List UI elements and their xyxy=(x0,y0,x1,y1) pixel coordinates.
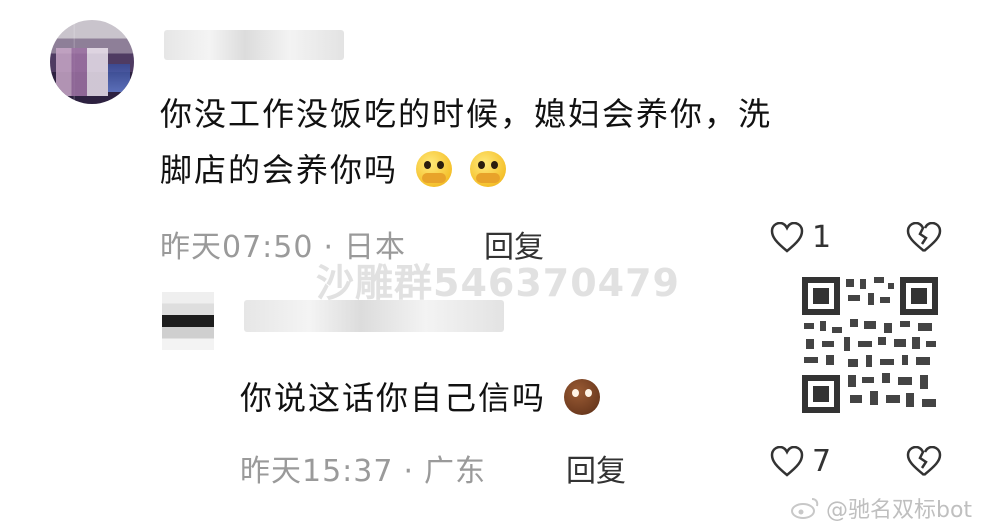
reply-location: 广东 xyxy=(424,454,487,489)
comment-line-2: 脚店的会养你吗 xyxy=(160,142,772,198)
username-blurred[interactable] xyxy=(244,300,504,332)
reply-button[interactable]: 回复 xyxy=(566,446,626,490)
comment-text: 你没工作没饭吃的时候，媳妇会养你，洗 脚店的会养你吗 xyxy=(160,86,772,198)
avatar[interactable] xyxy=(50,20,134,104)
weibo-watermark: @驰名双标bot xyxy=(790,492,972,524)
reply-time: 昨天15:37 xyxy=(240,454,394,489)
qr-code xyxy=(800,275,940,415)
pleading-emoji-icon xyxy=(470,151,507,187)
pleading-emoji-icon xyxy=(416,151,453,187)
dislike-broken-heart-icon[interactable] xyxy=(906,222,942,254)
like-button[interactable]: 7 xyxy=(770,444,831,479)
smirk-emoji-icon xyxy=(564,379,601,415)
comment-time: 昨天07:50 xyxy=(160,230,314,265)
separator-dot: · xyxy=(403,454,415,489)
heart-icon xyxy=(770,221,804,253)
like-button[interactable]: 1 xyxy=(770,220,831,255)
like-count: 7 xyxy=(812,444,832,479)
watermark-text: 沙雕群546370479 xyxy=(316,261,680,305)
like-count: 1 xyxy=(812,220,832,255)
username-blurred[interactable] xyxy=(164,30,344,60)
avatar[interactable] xyxy=(162,292,214,350)
reply-text: 你说这话你自己信吗 xyxy=(240,370,601,426)
reply-meta: 昨天15:37 · 广东 xyxy=(240,446,486,490)
comment-line-1: 你没工作没饭吃的时候，媳妇会养你，洗 xyxy=(160,95,773,133)
heart-icon xyxy=(770,445,804,477)
weibo-logo-icon xyxy=(791,498,819,519)
dislike-broken-heart-icon[interactable] xyxy=(906,446,942,478)
